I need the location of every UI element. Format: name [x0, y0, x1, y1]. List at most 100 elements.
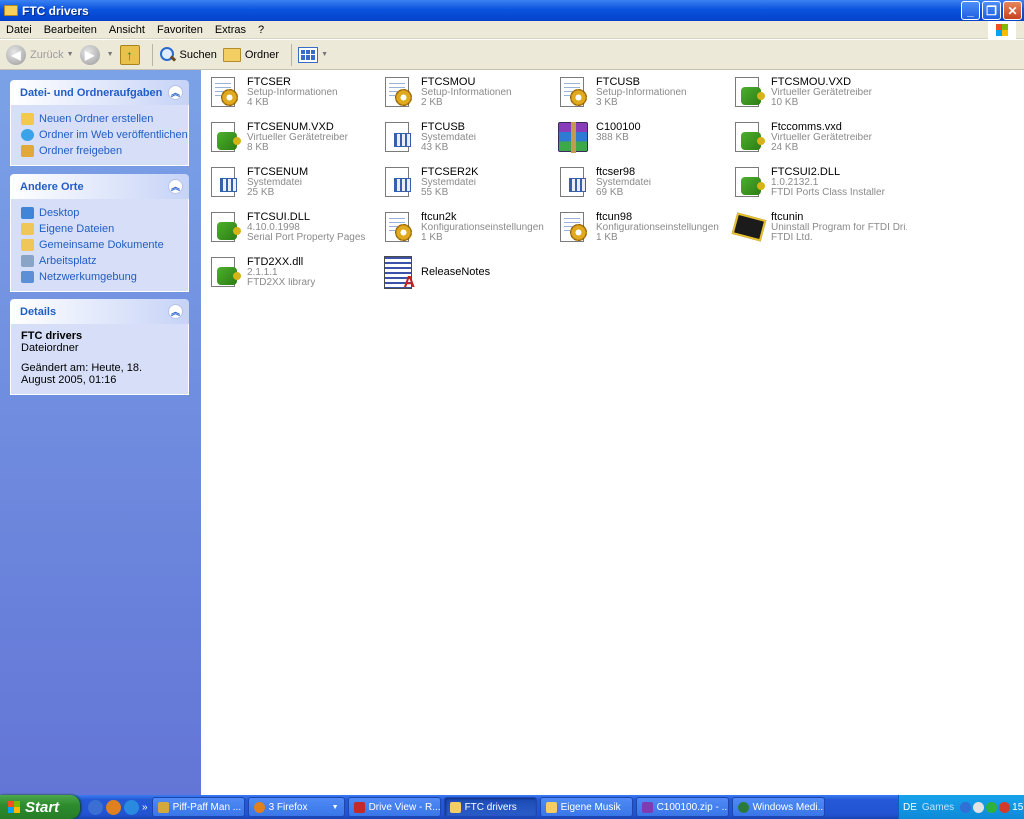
place-network[interactable]: Netzwerkumgebung: [21, 269, 178, 285]
internet-explorer-icon[interactable]: [124, 799, 139, 815]
setup-info-icon: [207, 75, 243, 111]
taskbar-button[interactable]: Piff-Paff Man ...: [151, 797, 245, 817]
place-my-documents[interactable]: Eigene Dateien: [21, 221, 178, 237]
new-folder-icon: [21, 113, 34, 125]
search-icon: [159, 46, 177, 64]
taskbar-button[interactable]: Windows Medi...: [731, 797, 825, 817]
place-desktop[interactable]: Desktop: [21, 205, 178, 221]
collapse-chevron-icon[interactable]: ︽: [168, 85, 183, 100]
start-label: Start: [25, 798, 60, 816]
file-folder-tasks-header[interactable]: Datei- und Ordneraufgaben ︽: [10, 80, 189, 105]
details-header[interactable]: Details ︽: [10, 299, 189, 324]
menu-extras[interactable]: Extras: [209, 24, 252, 36]
file-item[interactable]: ReleaseNotes: [381, 255, 553, 299]
file-item[interactable]: ftcun98 Konfigurationseinstellungen 1 KB: [556, 210, 728, 254]
file-item[interactable]: FTCSMOU.VXD Virtueller Gerätetreiber 10 KB: [731, 75, 903, 119]
config-settings-icon: [381, 210, 417, 246]
file-folder-tasks-panel: Datei- und Ordneraufgaben ︽ Neuen Ordner…: [10, 80, 189, 166]
menu-help[interactable]: ?: [252, 24, 270, 36]
file-item[interactable]: FTCSUI.DLL 4.10.0.1998 Serial Port Propert…: [207, 210, 379, 254]
start-button[interactable]: Start: [0, 795, 80, 819]
shared-folder-icon: [21, 145, 34, 157]
file-item[interactable]: FTCSUI2.DLL 1.0.2132.1 FTDI Ports Class In…: [731, 165, 903, 209]
toolbar-separator: [291, 43, 293, 66]
folders-label: Ordner: [244, 48, 280, 61]
file-item[interactable]: C100100 388 KB: [556, 120, 728, 164]
setup-info-icon: [556, 75, 592, 111]
forward-dropdown-icon[interactable]: ▼: [107, 51, 114, 58]
file-item[interactable]: ftcunin Uninstall Program for FTDI Dri...…: [731, 210, 907, 254]
panel-body: Desktop Eigene Dateien Gemeinsame Dokume…: [10, 199, 189, 292]
close-button[interactable]: ✕: [1003, 1, 1022, 20]
file-item[interactable]: FTD2XX.dll 2.1.1.1 FTD2XX library: [207, 255, 379, 299]
taskbar-button[interactable]: Drive View - R...: [347, 797, 441, 817]
file-item[interactable]: FTCUSB Systemdatei 43 KB: [381, 120, 553, 164]
views-dropdown-icon[interactable]: ▼: [321, 51, 328, 58]
system-file-icon: [207, 165, 243, 201]
file-item[interactable]: Ftccomms.vxd Virtueller Gerätetreiber 24 K…: [731, 120, 903, 164]
maximize-button[interactable]: ❐: [982, 1, 1001, 20]
taskbar-button-active[interactable]: FTC drivers: [443, 797, 537, 817]
clock[interactable]: 15:24: [1012, 802, 1024, 813]
task-new-folder[interactable]: Neuen Ordner erstellen: [21, 111, 178, 127]
language-indicator[interactable]: DE: [903, 802, 917, 813]
drive-view-icon: [353, 801, 365, 813]
taskbar: Start » Piff-Paff Man ... 3 Firefox ▼ Dri…: [0, 795, 1024, 819]
other-places-header[interactable]: Andere Orte ︽: [10, 174, 189, 199]
file-item[interactable]: FTCSER Setup-Informationen 4 KB: [207, 75, 379, 119]
taskbar-buttons: Piff-Paff Man ... 3 Firefox ▼ Drive View …: [151, 797, 825, 817]
up-button[interactable]: ↑: [119, 44, 140, 65]
collapse-chevron-icon[interactable]: ︽: [168, 179, 183, 194]
quick-launch-more-icon[interactable]: »: [142, 802, 148, 813]
collapse-chevron-icon[interactable]: ︽: [168, 304, 183, 319]
system-file-icon: [381, 165, 417, 201]
search-button[interactable]: Suchen: [159, 46, 217, 64]
file-item[interactable]: ftcser98 Systemdatei 69 KB: [556, 165, 728, 209]
documents-folder-icon: [21, 223, 34, 235]
file-item[interactable]: FTCSMOU Setup-Informationen 2 KB: [381, 75, 553, 119]
title-bar[interactable]: FTC drivers _ ❐ ✕: [0, 0, 1024, 21]
details-body: FTC drivers Dateiordner Geändert am: Heu…: [10, 324, 189, 395]
file-item[interactable]: ftcun2k Konfigurationseinstellungen 1 KB: [381, 210, 553, 254]
panel-body: Neuen Ordner erstellen Ordner im Web ver…: [10, 105, 189, 166]
file-item[interactable]: FTCSENUM.VXD Virtueller Gerätetreiber 8 KB: [207, 120, 379, 164]
antivirus-icon[interactable]: [999, 801, 1011, 813]
virtual-driver-icon: [731, 120, 767, 156]
windows-logo-icon: [8, 801, 20, 813]
games-toolbar[interactable]: Games: [922, 802, 954, 813]
winrar-icon: [641, 801, 653, 813]
dll-icon: [207, 210, 243, 246]
globe-icon: [21, 129, 34, 141]
other-places-panel: Andere Orte ︽ Desktop Eigene Dateien Gem…: [10, 174, 189, 292]
taskbar-button[interactable]: Eigene Musik: [539, 797, 633, 817]
place-shared-documents[interactable]: Gemeinsame Dokumente: [21, 237, 178, 253]
back-button[interactable]: ◀ Zurück ▼: [6, 44, 74, 65]
taskbar-button[interactable]: C100100.zip - ...: [635, 797, 729, 817]
headset-icon[interactable]: [973, 801, 985, 813]
firefox-icon[interactable]: [106, 799, 121, 815]
menu-bearbeiten[interactable]: Bearbeiten: [38, 24, 103, 36]
taskbar-button[interactable]: 3 Firefox ▼: [247, 797, 345, 817]
system-file-icon: [556, 165, 592, 201]
menu-datei[interactable]: Datei: [0, 24, 38, 36]
tray-arrow-icon[interactable]: [960, 801, 972, 813]
folders-button[interactable]: Ordner: [222, 47, 280, 62]
security-icon[interactable]: [986, 801, 998, 813]
task-publish-web[interactable]: Ordner im Web veröffentlichen: [21, 127, 188, 143]
computer-icon: [21, 255, 34, 267]
file-item[interactable]: FTCSENUM Systemdatei 25 KB: [207, 165, 379, 209]
menu-favoriten[interactable]: Favoriten: [151, 24, 209, 36]
file-item[interactable]: FTCUSB Setup-Informationen 3 KB: [556, 75, 728, 119]
toolbar-separator: [151, 43, 153, 66]
back-dropdown-icon[interactable]: ▼: [67, 51, 74, 58]
menu-ansicht[interactable]: Ansicht: [103, 24, 151, 36]
show-desktop-icon[interactable]: [88, 799, 103, 815]
place-my-computer[interactable]: Arbeitsplatz: [21, 253, 178, 269]
task-share-folder[interactable]: Ordner freigeben: [21, 143, 178, 159]
folder-icon: [449, 801, 461, 813]
views-button[interactable]: ▼: [298, 46, 328, 63]
minimize-button[interactable]: _: [961, 1, 980, 20]
forward-button[interactable]: ▶ ▼: [79, 44, 114, 65]
toolbar: ◀ Zurück ▼ ▶ ▼ ↑ Suchen Ordner ▼: [0, 40, 1024, 70]
file-item[interactable]: FTCSER2K Systemdatei 55 KB: [381, 165, 553, 209]
